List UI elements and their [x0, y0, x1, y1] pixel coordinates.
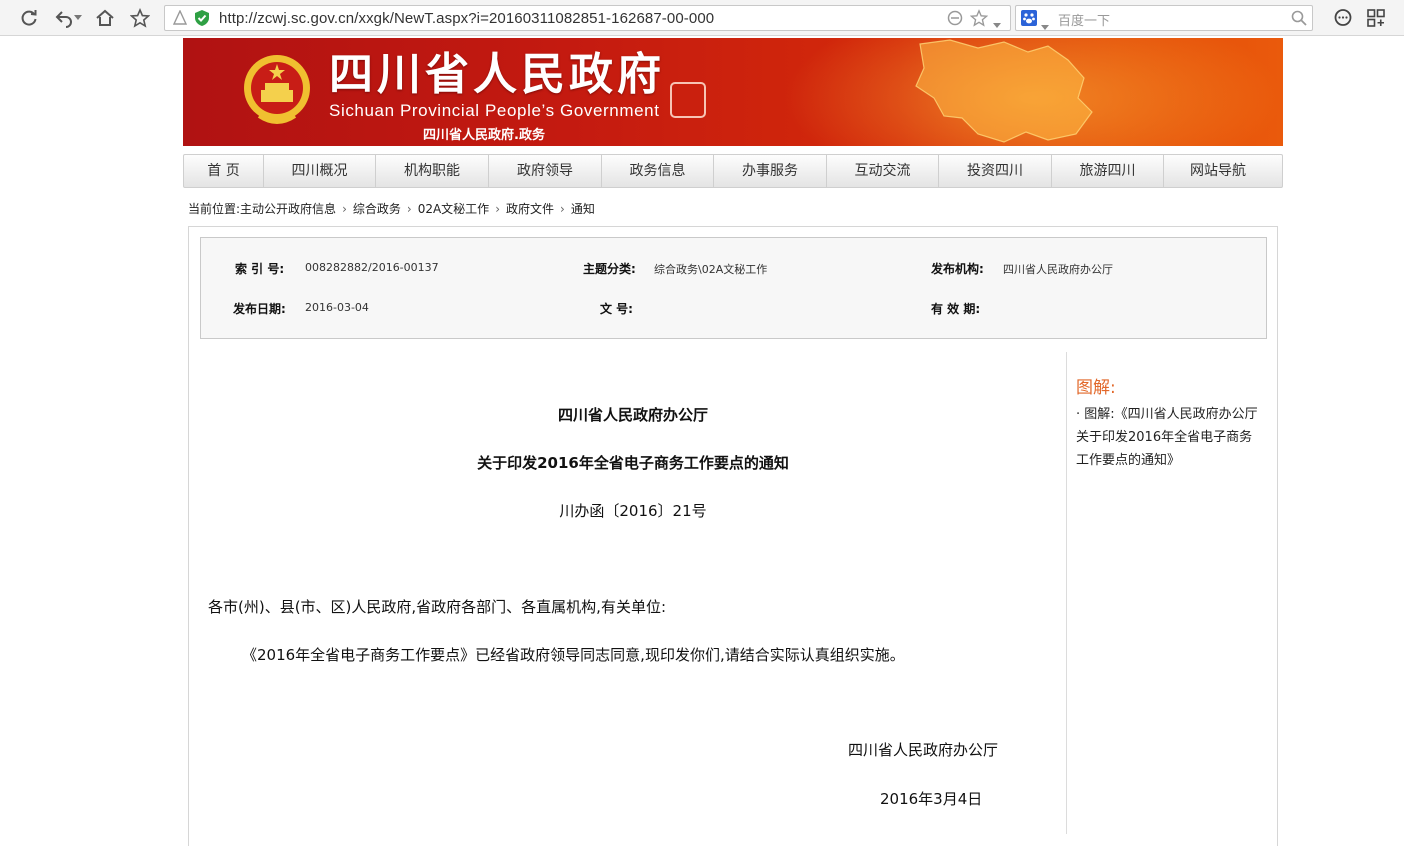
site-banner: 四川省人民政府 Sichuan Provincial People’s Gove… [183, 38, 1283, 146]
chat-bubble-icon[interactable] [1331, 6, 1355, 30]
breadcrumb-link[interactable]: 主动公开政府信息 [240, 200, 336, 217]
sichuan-map-graphic [915, 39, 1093, 143]
document-meta-box: 索 引 号: 008282882/2016-00137 主题分类: 综合政务\0… [200, 237, 1267, 339]
nav-item-invest[interactable]: 投资四川 [939, 155, 1052, 187]
back-history-chevron-icon[interactable] [73, 6, 83, 30]
doc-date: 2016年3月4日 [880, 790, 983, 808]
article-body: 四川省人民政府办公厅 关于印发2016年全省电子商务工作要点的通知 川办函〔20… [200, 352, 1066, 834]
breadcrumb-separator-icon: › [406, 201, 412, 216]
nav-item-tourism[interactable]: 旅游四川 [1052, 155, 1164, 187]
url-text[interactable]: http://zcwj.sc.gov.cn/xxgk/NewT.aspx?i=2… [219, 10, 714, 27]
apps-grid-icon[interactable] [1364, 6, 1388, 30]
index-number-value: 008282882/2016-00137 [305, 261, 439, 274]
nav-item-gov-info[interactable]: 政务信息 [602, 155, 714, 187]
secure-shield-icon [193, 9, 211, 31]
breadcrumb-separator-icon: › [495, 201, 500, 216]
nav-item-services[interactable]: 办事服务 [714, 155, 827, 187]
sidebar-title: 图解: [1076, 378, 1116, 398]
seal-stamp-graphic [670, 82, 706, 118]
breadcrumb-link[interactable]: 通知 [571, 200, 595, 217]
baidu-paw-icon[interactable] [1021, 10, 1037, 30]
doc-body-paragraph: 《2016年全省电子商务工作要点》已经省政府领导同志同意,现印发你们,请结合实际… [242, 646, 905, 664]
site-title: 四川省人民政府 [329, 49, 665, 100]
search-box[interactable]: 百度一下 [1015, 5, 1313, 31]
nav-item-home[interactable]: 首 页 [184, 155, 264, 187]
main-nav: 首 页 四川概况 机构职能 政府领导 政务信息 办事服务 互动交流 投资四川 旅… [183, 154, 1283, 188]
category-label: 主题分类: [583, 262, 636, 276]
browser-toolbar: http://zcwj.sc.gov.cn/xxgk/NewT.aspx?i=2… [0, 0, 1404, 36]
favorite-star-icon[interactable] [128, 6, 152, 30]
search-engine-dropdown-icon[interactable] [1041, 16, 1049, 35]
doc-number-label: 文 号: [600, 302, 633, 316]
nav-item-sichuan-overview[interactable]: 四川概况 [264, 155, 376, 187]
national-emblem-icon [244, 55, 310, 124]
breadcrumb-link[interactable]: 政府文件 [506, 200, 554, 217]
breadcrumb-prefix: 当前位置: [188, 202, 241, 216]
breadcrumb-separator-icon: › [342, 201, 347, 216]
site-title-english: Sichuan Provincial People’s Government [329, 101, 660, 120]
nav-item-agency-functions[interactable]: 机构职能 [376, 155, 489, 187]
refresh-icon[interactable] [17, 6, 41, 30]
address-bar[interactable]: http://zcwj.sc.gov.cn/xxgk/NewT.aspx?i=2… [164, 5, 1011, 31]
breadcrumb-link[interactable]: 综合政务 [353, 200, 401, 217]
nav-item-gov-leaders[interactable]: 政府领导 [489, 155, 602, 187]
validity-label: 有 效 期: [931, 302, 981, 316]
doc-title: 关于印发2016年全省电子商务工作要点的通知 [477, 454, 789, 472]
nav-item-site-map[interactable]: 网站导航 [1164, 155, 1272, 187]
agency-value: 四川省人民政府办公厅 [1003, 263, 1113, 276]
category-value: 综合政务\02A文秘工作 [654, 263, 768, 276]
address-dropdown-icon[interactable] [993, 14, 1001, 33]
sidebar-divider [1066, 352, 1067, 834]
breadcrumb-separator-icon: › [560, 201, 565, 216]
breadcrumb: 当前位置: 主动公开政府信息 › 综合政务 › 02A文秘工作 › 政府文件 ›… [188, 200, 595, 217]
sidebar-infographic-link[interactable]: · 图解:《四川省人民政府办公厅关于印发2016年全省电子商务工作要点的通知》 [1076, 403, 1258, 472]
search-placeholder[interactable]: 百度一下 [1058, 10, 1110, 29]
home-icon[interactable] [93, 6, 117, 30]
site-info-icon[interactable] [172, 9, 188, 30]
publish-date-value: 2016-03-04 [305, 301, 369, 314]
nav-item-interaction[interactable]: 互动交流 [827, 155, 939, 187]
compat-mode-icon[interactable] [947, 10, 963, 30]
breadcrumb-link[interactable]: 02A文秘工作 [418, 200, 489, 217]
doc-signature: 四川省人民政府办公厅 [848, 741, 999, 759]
doc-salutation: 各市(州)、县(市、区)人民政府,省政府各部门、各直属机构,有关单位: [208, 598, 667, 616]
agency-label: 发布机构: [931, 262, 984, 276]
bookmark-star-icon[interactable] [969, 9, 989, 31]
doc-issuer: 四川省人民政府办公厅 [557, 406, 708, 424]
search-icon[interactable] [1291, 10, 1307, 30]
publish-date-label: 发布日期: [233, 302, 286, 316]
site-subtitle: 四川省人民政府.政务 [423, 128, 545, 143]
index-number-label: 索 引 号: [235, 262, 285, 276]
doc-number: 川办函〔2016〕21号 [559, 502, 707, 520]
